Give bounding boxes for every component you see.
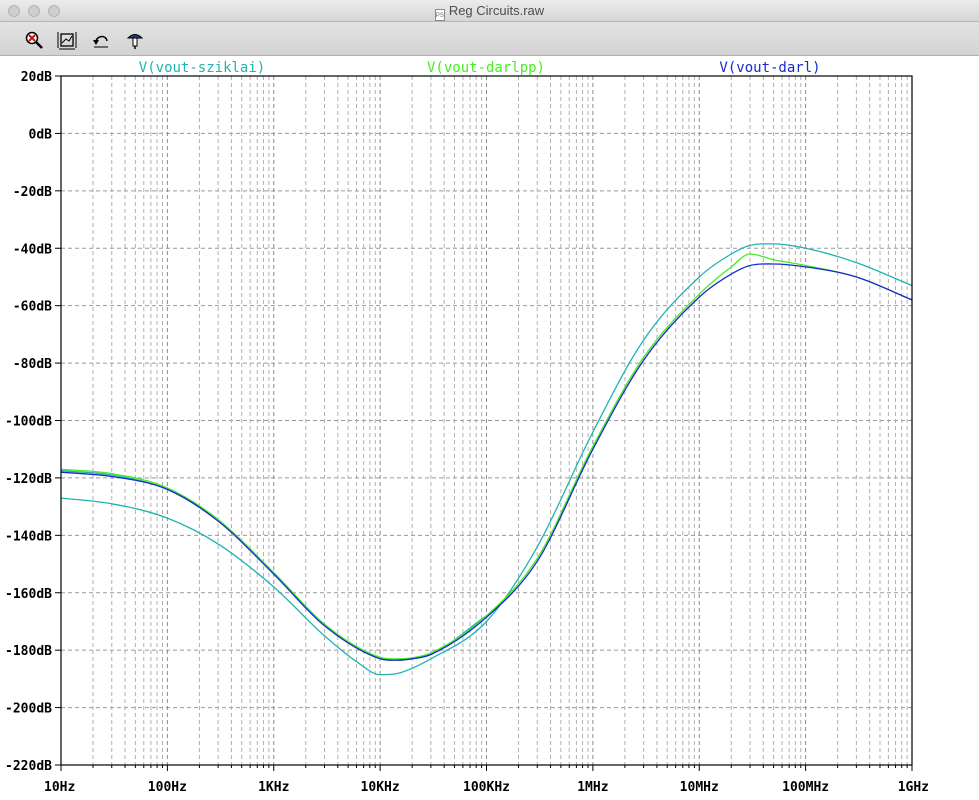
y-tick-label: -120dB: [5, 472, 52, 487]
y-tick-label: 20dB: [21, 70, 52, 85]
x-tick-label: 1GHz: [898, 780, 929, 795]
document-icon: PS: [434, 9, 445, 21]
window-title-area: PS Reg Circuits.raw: [0, 3, 979, 21]
probe-tool-button[interactable]: [125, 30, 145, 50]
autorange-icon: [57, 32, 77, 50]
y-tick-label: -140dB: [5, 529, 52, 544]
x-tick-label: 10KHz: [361, 780, 400, 795]
probe-icon: [126, 34, 144, 49]
undo-zoom-tool-button[interactable]: [91, 30, 111, 50]
y-tick-label: -180dB: [5, 644, 52, 659]
plot-area[interactable]: 20dB 0dB -20dB -40dB -60dB -80dB -100dB -120dB -…: [0, 56, 979, 800]
magnifier-x-icon: [25, 31, 43, 49]
x-tick-label: 1KHz: [258, 780, 289, 795]
autorange-tool-button[interactable]: [57, 30, 77, 50]
zoom-tool-button[interactable]: [24, 30, 44, 50]
y-tick-label: -20dB: [13, 185, 52, 200]
legend-label[interactable]: V(vout-darl): [719, 60, 820, 76]
toolbar: [0, 22, 979, 56]
y-tick-label: -160dB: [5, 587, 52, 602]
y-tick-label: -60dB: [13, 300, 52, 315]
y-tick-label: -220dB: [5, 759, 52, 774]
x-tick-label: 1MHz: [577, 780, 608, 795]
y-tick-label: 0dB: [29, 127, 53, 142]
window-title: Reg Circuits.raw: [448, 3, 545, 18]
x-tick-label: 100MHz: [782, 780, 829, 795]
y-tick-label: -100dB: [5, 415, 52, 430]
y-tick-label: -200dB: [5, 702, 52, 717]
legend-label[interactable]: V(vout-darlpp): [427, 60, 545, 76]
title-bar: PS Reg Circuits.raw: [0, 0, 979, 22]
y-tick-label: -80dB: [13, 357, 52, 372]
x-tick-label: 100Hz: [148, 780, 187, 795]
undo-icon: [93, 35, 108, 48]
legend-label[interactable]: V(vout-sziklai): [139, 60, 265, 76]
x-tick-label: 10Hz: [44, 780, 75, 795]
x-tick-label: 10MHz: [680, 780, 719, 795]
x-tick-label: 100KHz: [463, 780, 510, 795]
bode-plot-chart[interactable]: 20dB 0dB -20dB -40dB -60dB -80dB -100dB -120dB -…: [0, 56, 979, 795]
y-tick-label: -40dB: [13, 242, 52, 257]
